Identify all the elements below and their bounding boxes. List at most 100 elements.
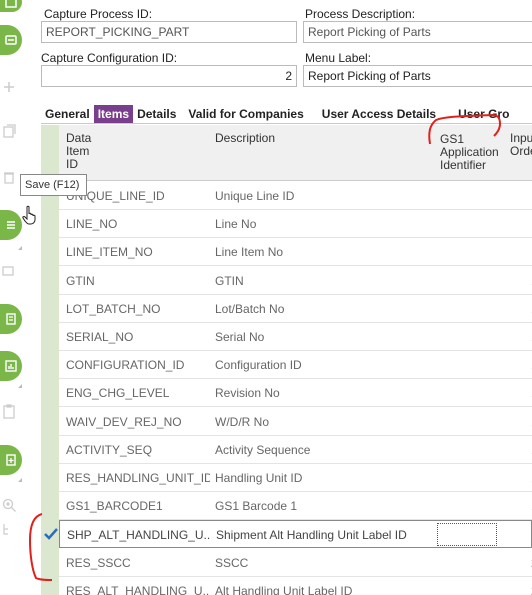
more-indicator-3 (18, 478, 22, 482)
attach-button[interactable] (0, 445, 22, 475)
grid-header: Data Item ID Description GS1 Application… (59, 125, 532, 181)
zoom-in-icon (2, 498, 16, 512)
cell-description: SSCC (215, 555, 249, 570)
edit-icon (5, 35, 17, 45)
table-row[interactable]: UNIQUE_LINE_ID Unique Line ID (59, 182, 532, 210)
cell-data-item-id: UNIQUE_LINE_ID (66, 189, 165, 203)
hand-cursor-icon (22, 205, 36, 225)
trash-icon (4, 172, 14, 184)
cell-description: Revision No (215, 386, 280, 401)
copy-icon (3, 124, 16, 138)
cell-data-item-id: CONFIGURATION_ID (66, 358, 185, 373)
process-description-field[interactable]: Report Picking of Parts (303, 21, 532, 43)
tab-user-access-details[interactable]: User Access Details (318, 105, 440, 123)
cell-description: Line Item No (215, 245, 284, 260)
tab-details[interactable]: Details (133, 105, 180, 123)
cell-description: Shipment Alt Handling Unit Label ID (216, 528, 407, 543)
edit-button[interactable] (0, 25, 22, 55)
table-row[interactable]: RES_ALT_HANDLING_U... Alt Handling Unit L… (59, 576, 532, 595)
cell-data-item-id: SHP_ALT_HANDLING_U... (67, 528, 211, 543)
plus-icon (4, 82, 14, 92)
cell-data-item-id: LINE_NO (66, 217, 118, 232)
capture-configuration-id-label: Capture Configuration ID: (41, 51, 178, 65)
tree-icon (3, 524, 8, 535)
search-button[interactable] (0, 262, 18, 280)
table-row[interactable]: GS1_BARCODE1GS1 Barcode 11 (59, 492, 532, 521)
cell-description: Alt Handling Unit Label ID (215, 583, 353, 595)
find-icon (2, 266, 14, 276)
table-row[interactable]: ENG_CHG_LEVELRevision No1 (59, 379, 532, 408)
cell-description: GS1 Barcode 1 (215, 499, 298, 514)
report-button[interactable] (0, 351, 22, 381)
add-document-icon (6, 454, 16, 466)
table-row[interactable]: SHP_ALT_HANDLING_U... Shipment Alt Handli… (59, 520, 532, 549)
gs1-application-identifier-cell-editor[interactable] (437, 523, 497, 547)
cell-data-item-id: RES_SSCC (66, 555, 131, 570)
document-icon (6, 313, 16, 325)
header-gs1-application-identifier[interactable]: GS1 Application Identifier (440, 133, 499, 172)
row-selected-check-icon[interactable] (43, 526, 59, 542)
left-toolbar (0, 0, 36, 595)
save-button[interactable] (0, 210, 22, 240)
clipboard-icon (3, 404, 15, 419)
table-row[interactable]: LINE_NO Line No (59, 210, 532, 239)
delete-button[interactable] (0, 168, 18, 186)
save-tooltip: Save (F12) (20, 174, 87, 196)
tab-bar: General Items Details Valid for Companie… (41, 104, 532, 124)
tab-user-groups[interactable]: User Gro (454, 105, 513, 123)
cell-data-item-id: ACTIVITY_SEQ (66, 442, 153, 457)
zoom-button[interactable] (0, 496, 18, 514)
menu-label-label: Menu Label: (305, 51, 372, 65)
add-button[interactable] (0, 78, 18, 96)
items-grid: Data Item ID Description GS1 Application… (41, 125, 532, 595)
cell-description: Line No (215, 217, 257, 232)
cell-data-item-id: RES_ALT_HANDLING_U... (66, 583, 210, 595)
cell-data-item-id: LINE_ITEM_NO (66, 245, 153, 260)
cell-data-item-id: LOT_BATCH_NO (66, 301, 161, 316)
cell-data-item-id: GS1_BARCODE1 (66, 499, 163, 514)
tab-general[interactable]: General (41, 105, 94, 123)
table-row[interactable]: CONFIGURATION_IDConfiguration ID1 (59, 351, 532, 380)
more-indicator-2 (18, 384, 22, 388)
cell-description: W/D/R No (215, 414, 269, 429)
cell-data-item-id: RES_HANDLING_UNIT_ID (66, 471, 210, 485)
table-row[interactable]: ACTIVITY_SEQActivity Sequence1 (59, 435, 532, 464)
table-row[interactable]: LOT_BATCH_NOLot/Batch No1 (59, 294, 532, 323)
table-row[interactable]: GTINGTIN1 (59, 266, 532, 295)
cell-data-item-id: GTIN (66, 273, 95, 288)
table-row[interactable]: SERIAL_NOSerial No1 (59, 323, 532, 351)
cell-description: Activity Sequence (215, 442, 311, 457)
header-input-order[interactable]: Inpu Orde (510, 132, 532, 158)
tree-button[interactable] (0, 520, 18, 538)
table-row[interactable]: RES_HANDLING_UNIT_IDHandling Unit ID1 (59, 464, 532, 492)
table-row[interactable]: LINE_ITEM_NO Line Item No (59, 238, 532, 267)
header-data-item-id[interactable]: Data Item ID (66, 132, 91, 171)
cell-description: GTIN (215, 273, 244, 288)
cell-description: Serial No (215, 330, 265, 344)
new-icon (5, 0, 17, 8)
capture-configuration-id-field[interactable]: 2 (41, 65, 297, 87)
more-indicator (18, 246, 22, 250)
app-window: { "tooltip": "Save (F12)", "form": { "ca… (0, 0, 532, 595)
cell-description: Handling Unit ID (215, 471, 303, 485)
cell-description: Configuration ID (215, 358, 302, 373)
new-button[interactable] (0, 0, 22, 12)
table-row[interactable]: WAIV_DEV_REJ_NOW/D/R No1 (59, 407, 532, 436)
cell-data-item-id: ENG_CHG_LEVEL (66, 386, 170, 401)
list-icon (7, 221, 15, 229)
chart-icon (5, 360, 17, 372)
tab-valid-for-companies[interactable]: Valid for Companies (184, 105, 307, 123)
cell-description: Unique Line ID (215, 189, 295, 203)
cell-description: Lot/Batch No (215, 301, 285, 316)
tab-items[interactable]: Items (93, 104, 134, 123)
details-button[interactable] (0, 304, 22, 334)
menu-label-field[interactable]: Report Picking of Parts (303, 65, 532, 87)
capture-process-id-field[interactable]: REPORT_PICKING_PART (41, 21, 297, 43)
header-description[interactable]: Description (215, 132, 275, 145)
process-description-label: Process Description: (305, 7, 416, 21)
cell-data-item-id: SERIAL_NO (66, 330, 134, 344)
table-row[interactable]: RES_SSCCSSCC2 (59, 548, 532, 577)
copy-button[interactable] (0, 122, 18, 140)
capture-process-id-label: Capture Process ID: (44, 7, 153, 21)
clipboard-button[interactable] (0, 402, 18, 420)
